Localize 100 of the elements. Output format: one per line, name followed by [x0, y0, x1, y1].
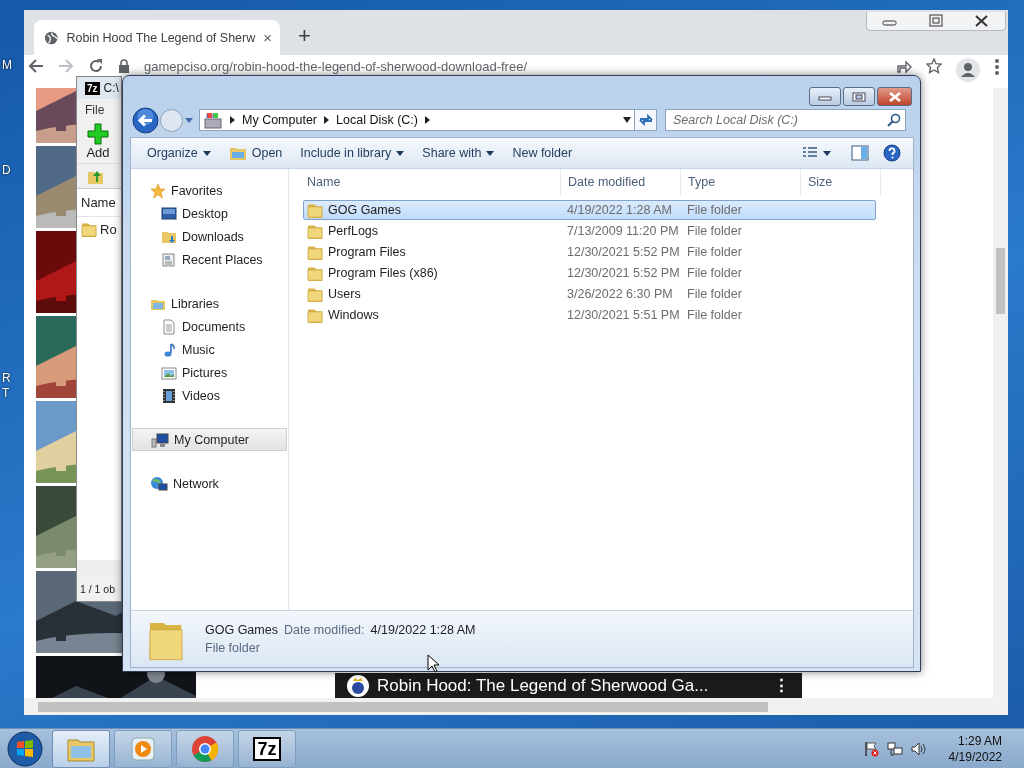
file-row[interactable]: Program Files 12/30/2021 5:52 PM File folder: [303, 242, 876, 262]
taskbar-button[interactable]: 7z: [238, 729, 296, 768]
nav-item[interactable]: Documents: [131, 315, 288, 338]
start-button[interactable]: [6, 729, 44, 768]
status-text: 1 / 1 ob: [79, 582, 117, 597]
column-header[interactable]: Name: [300, 169, 561, 195]
new-tab-button[interactable]: +: [298, 23, 311, 49]
toolbar-button[interactable]: New folder: [506, 143, 579, 163]
desktop-icon-label[interactable]: T: [2, 386, 10, 400]
nav-item[interactable]: Libraries: [131, 292, 288, 315]
file-row[interactable]: Users 3/26/2022 6:30 PM File folder: [303, 284, 876, 304]
clock-date: 4/19/2022: [948, 749, 1002, 764]
plus-icon: [87, 123, 109, 145]
vertical-scrollbar[interactable]: [993, 88, 1008, 698]
taskbar-button[interactable]: [114, 729, 172, 768]
type-cell-text: File folder: [686, 224, 743, 238]
item-name: GOG Games: [205, 623, 278, 637]
avatar-icon[interactable]: [956, 58, 980, 82]
folder-icon: [81, 221, 97, 237]
desktop-icon-label[interactable]: M: [2, 58, 12, 72]
video-title[interactable]: Robin Hood: The Legend of Sherwood Ga...: [377, 675, 765, 696]
back-button[interactable]: [132, 106, 159, 134]
nav-item[interactable]: Network: [131, 472, 288, 495]
nav-item[interactable]: Downloads: [131, 225, 288, 248]
type-cell-text: File folder: [686, 308, 743, 322]
file-row[interactable]: Windows 12/30/2021 5:51 PM File folder: [303, 305, 876, 325]
minimize-button[interactable]: [809, 87, 841, 106]
horizontal-scrollbar[interactable]: [24, 698, 1008, 715]
file-row[interactable]: Program Files (x86) 12/30/2021 5:52 PM File folder: [303, 263, 876, 283]
file-row[interactable]: GOG Games 4/19/2022 1:28 AM File folder: [303, 200, 876, 220]
search-field[interactable]: Search Local Disk (C:): [665, 109, 906, 131]
globe-icon: [44, 29, 59, 46]
taskbar-button[interactable]: [52, 729, 110, 768]
type-cell-text: File folder: [686, 266, 743, 280]
desktop-icon: [161, 205, 177, 222]
file-row[interactable]: PerfLogs 7/13/2009 11:20 PM File folder: [303, 221, 876, 241]
volume-icon[interactable]: [910, 740, 927, 757]
nav-item[interactable]: Desktop: [131, 202, 288, 225]
type-cell-text: File folder: [686, 245, 743, 259]
nav-item[interactable]: My Computer: [132, 428, 287, 451]
file-name[interactable]: Ro: [100, 221, 117, 237]
clock[interactable]: 1:29 AM 4/19/2022: [948, 733, 1002, 764]
search-icon[interactable]: [887, 113, 901, 127]
column-header[interactable]: Type: [681, 169, 801, 195]
file-name: GOG Games: [328, 203, 401, 217]
close-button[interactable]: [877, 87, 912, 106]
breadcrumb-item[interactable]: Local Disk (C:): [336, 113, 418, 127]
column-header[interactable]: Name: [77, 189, 121, 217]
type-cell-text: File folder: [686, 203, 743, 217]
share-icon[interactable]: [896, 58, 912, 74]
refresh-button[interactable]: [635, 109, 657, 131]
close-icon: [887, 91, 902, 102]
nav-item[interactable]: Favorites: [131, 179, 288, 202]
maximize-button[interactable]: [843, 87, 875, 106]
breadcrumb-item[interactable]: My Computer: [242, 113, 318, 127]
nav-item[interactable]: Recent Places: [131, 248, 288, 271]
film-icon: [161, 387, 177, 404]
desktop-icon-label[interactable]: D: [2, 163, 11, 177]
media-player-icon: [130, 735, 156, 762]
menu-icon[interactable]: [994, 58, 1000, 76]
field-label: Date modified:: [283, 623, 365, 637]
column-header[interactable]: Date modified: [561, 169, 681, 195]
scrollbar-thumb[interactable]: [38, 701, 768, 712]
column-header[interactable]: Size: [801, 169, 881, 195]
date-cell-text: 3/26/2022 6:30 PM: [566, 287, 674, 301]
search-input[interactable]: Search Local Disk (C:): [666, 110, 887, 130]
add-button[interactable]: Add: [77, 121, 119, 163]
toolbar-button[interactable]: Organize: [141, 143, 217, 163]
file-name: Program Files (x86): [328, 266, 438, 280]
more-options-button[interactable]: ⋮: [773, 675, 790, 696]
chevron-icon: [324, 116, 330, 124]
caret-icon: [823, 150, 831, 156]
nav-item[interactable]: Videos: [131, 384, 288, 407]
folder-icon: [307, 286, 323, 302]
list-icon: [802, 147, 818, 159]
file-name: PerfLogs: [328, 224, 379, 238]
address-bar[interactable]: My Computer Local Disk (C:): [199, 109, 635, 131]
reload-icon[interactable]: [88, 58, 104, 74]
tab-close-button[interactable]: ×: [263, 29, 272, 46]
browser-tab[interactable]: Robin Hood The Legend of Sherw ×: [34, 20, 280, 55]
preview-pane-icon[interactable]: [851, 145, 869, 161]
scrollbar-thumb[interactable]: [996, 248, 1005, 314]
toolbar-button[interactable]: Include in library: [294, 143, 411, 163]
action-center-flag-icon[interactable]: [862, 740, 879, 757]
nav-item[interactable]: Music: [131, 338, 288, 361]
nav-item[interactable]: Pictures: [131, 361, 288, 384]
horizontal-scrollbar[interactable]: [77, 560, 121, 577]
star-icon[interactable]: [926, 58, 942, 74]
menu-item[interactable]: File: [77, 99, 121, 121]
lock-icon: [118, 58, 130, 74]
date-cell-text: 12/30/2021 5:52 PM: [566, 266, 681, 280]
taskbar-button[interactable]: [176, 729, 234, 768]
toolbar-button[interactable]: Share with: [416, 143, 501, 163]
help-icon[interactable]: [883, 144, 901, 162]
channel-avatar-icon[interactable]: [347, 674, 369, 697]
toolbar-button[interactable]: Open: [222, 142, 289, 164]
desktop-icon-label[interactable]: R: [2, 371, 11, 385]
back-arrow-icon[interactable]: [28, 58, 44, 74]
document-icon: [161, 318, 177, 335]
network-icon[interactable]: [886, 740, 903, 757]
